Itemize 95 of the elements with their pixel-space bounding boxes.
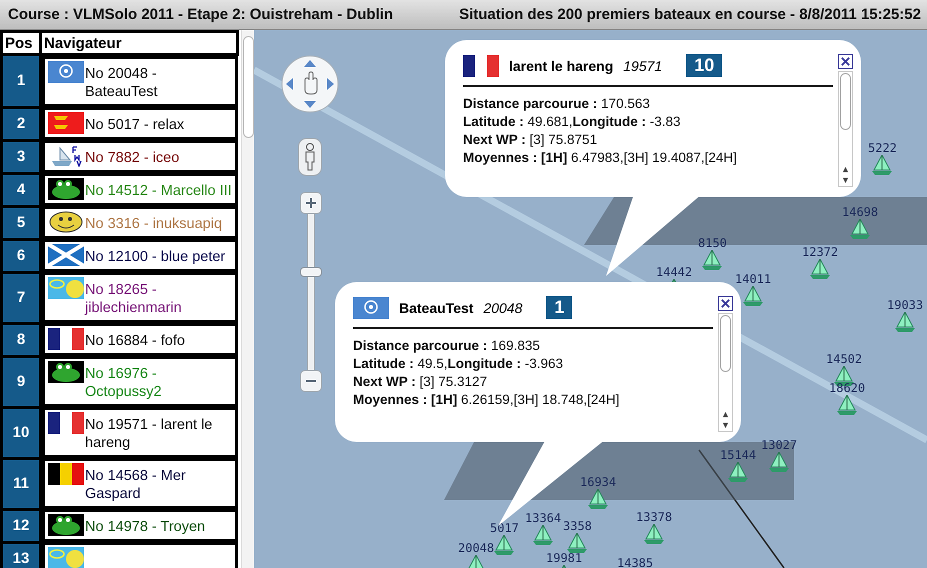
boat-number: 20048 bbox=[483, 300, 522, 316]
close-button[interactable] bbox=[718, 296, 732, 311]
boat-number: 5222 bbox=[868, 142, 897, 155]
zoom-in-button[interactable] bbox=[300, 192, 322, 214]
info-line: Distance parcourue : 170.563 bbox=[463, 95, 651, 113]
pan-arrows-icon bbox=[280, 54, 340, 114]
zoom-out-button[interactable] bbox=[300, 370, 322, 392]
sailboat-icon[interactable] bbox=[894, 312, 916, 332]
position-cell: 13 bbox=[2, 542, 40, 568]
boat-number: 8150 bbox=[698, 237, 727, 250]
boat-number: 14385 bbox=[617, 557, 654, 568]
sailboat-icon[interactable] bbox=[587, 489, 610, 509]
column-header: Pos bbox=[2, 32, 40, 54]
close-button[interactable] bbox=[838, 54, 852, 69]
info-line: Latitude : 49.681,Longitude : -3.83 bbox=[463, 113, 682, 131]
position-cell: 2 bbox=[2, 107, 40, 140]
boat-number: 14502 bbox=[826, 353, 862, 366]
course-title: Course : VLMSolo 2011 - Etape 2: Ouistreham - Dublin bbox=[8, 6, 394, 23]
frog-icon bbox=[48, 178, 84, 200]
zoom-slider-thumb[interactable] bbox=[300, 266, 322, 277]
info-line: Moyennes : [1H] 6.26159,[3H] 18.748,[24H] bbox=[353, 391, 620, 409]
boat-number: 18620 bbox=[829, 382, 866, 395]
info-line: Latitude : 49.5,Longitude : -3.963 bbox=[353, 355, 564, 373]
down-arrow-icon[interactable] bbox=[722, 422, 728, 429]
map[interactable] bbox=[254, 30, 927, 568]
frog-icon bbox=[48, 514, 84, 536]
ball-logo-icon bbox=[48, 547, 84, 568]
boat-number: 14442 bbox=[656, 266, 692, 279]
position-cell: 12 bbox=[2, 509, 40, 542]
ball-logo-icon bbox=[48, 277, 84, 299]
plus-icon bbox=[305, 197, 317, 209]
position-cell: 5 bbox=[2, 206, 40, 239]
up-arrow-icon[interactable] bbox=[722, 411, 728, 418]
pan-control[interactable] bbox=[280, 54, 340, 114]
sailboat-icon[interactable] bbox=[742, 286, 764, 306]
scrollbar[interactable] bbox=[241, 30, 254, 568]
un-flag-icon bbox=[353, 296, 389, 318]
boat-number: 3358 bbox=[563, 520, 592, 533]
boat-number: 13027 bbox=[761, 439, 798, 452]
scrollbar[interactable] bbox=[718, 313, 732, 432]
position-cell: 7 bbox=[2, 272, 40, 323]
sailboat-icon[interactable] bbox=[871, 155, 894, 175]
sailboat-icon[interactable] bbox=[493, 535, 516, 555]
position-cell: 1 bbox=[2, 54, 40, 107]
frog-icon bbox=[48, 361, 84, 383]
sailboat-icon[interactable] bbox=[727, 462, 750, 482]
boat-number: 19571 bbox=[623, 58, 662, 74]
un-flag-icon bbox=[48, 61, 84, 83]
position-cell: 6 bbox=[2, 239, 40, 272]
boat-name: BateauTest bbox=[399, 300, 474, 316]
tricolor-flag-icon bbox=[48, 412, 84, 434]
sailboat-icon[interactable] bbox=[532, 525, 554, 545]
boat-number: 5017 bbox=[490, 522, 519, 535]
position-cell: 11 bbox=[2, 458, 40, 509]
position-cell: 4 bbox=[2, 173, 40, 206]
tricolor-flag-icon bbox=[48, 463, 84, 485]
scrollbar[interactable] bbox=[838, 71, 852, 187]
position-cell: 9 bbox=[2, 356, 40, 407]
info-line: Moyennes : [1H] 6.47983,[3H] 19.4087,[24H] bbox=[463, 149, 738, 167]
sailboat-icon[interactable] bbox=[768, 452, 790, 472]
boat-number: 13364 bbox=[525, 512, 562, 525]
rank-badge: 10 bbox=[686, 54, 722, 77]
boat-number: 20048 bbox=[458, 542, 494, 555]
sailboat-icon[interactable] bbox=[836, 395, 858, 415]
up-arrow-icon[interactable] bbox=[842, 166, 848, 173]
boat-number: 19033 bbox=[887, 299, 924, 312]
info-line: Distance parcourue : 169.835 bbox=[353, 337, 541, 355]
boat-number: 12372 bbox=[802, 246, 838, 259]
boat-number: 15144 bbox=[720, 449, 756, 462]
info-line: Next WP : [3] 75.8751 bbox=[463, 131, 598, 149]
sailboat-icon[interactable] bbox=[566, 533, 588, 553]
sailboat-icon[interactable] bbox=[849, 219, 872, 239]
saltire-flag-icon bbox=[48, 244, 84, 266]
rank-badge: 1 bbox=[546, 296, 572, 319]
sailboat-icon[interactable] bbox=[643, 524, 666, 544]
sailboat-icon[interactable] bbox=[809, 259, 832, 279]
situation-title: Situation des 200 premiers bateaux en course - 8/8/2011 15:25:52 bbox=[459, 6, 921, 23]
tricolor-flag-icon bbox=[463, 54, 499, 76]
position-cell: 8 bbox=[2, 323, 40, 356]
boat-number: 14011 bbox=[735, 273, 772, 286]
position-cell: 3 bbox=[2, 140, 40, 173]
normandy-flag-icon bbox=[48, 112, 84, 134]
down-arrow-icon[interactable] bbox=[842, 177, 848, 184]
sailboat-icon[interactable] bbox=[701, 250, 724, 270]
person-icon[interactable] bbox=[298, 138, 322, 176]
smiley-icon bbox=[48, 211, 84, 233]
boat-number: 19981 bbox=[546, 552, 582, 565]
boat-number: 14698 bbox=[842, 206, 878, 219]
boat-number: 13378 bbox=[636, 511, 672, 524]
column-header: Navigateur bbox=[40, 32, 238, 54]
tricolor-flag-icon bbox=[48, 328, 84, 350]
boat-name: larent le hareng bbox=[509, 58, 614, 74]
position-cell: 10 bbox=[2, 407, 40, 458]
info-line: Next WP : [3] 75.3127 bbox=[353, 373, 488, 391]
boat-number: 16934 bbox=[580, 476, 616, 489]
